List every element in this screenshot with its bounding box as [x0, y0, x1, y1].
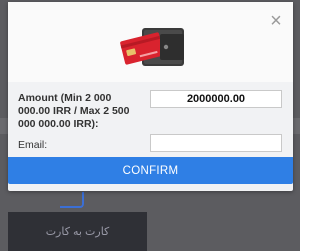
modal-header: × [8, 2, 293, 82]
deposit-modal: × Amount (Min 2 000 000.00 IRR / Max 2 5… [8, 2, 293, 191]
card-to-card-icon [60, 192, 84, 208]
wallet-card-icon [120, 28, 184, 66]
confirm-button[interactable]: CONFIRM [8, 157, 293, 184]
amount-label: Amount (Min 2 000 000.00 IRR / Max 2 500… [18, 92, 130, 130]
email-label: Email: [18, 139, 48, 151]
screen: کارت به کارت × Amount (Min 2 000 000.00 … [0, 0, 300, 251]
amount-input[interactable] [150, 90, 282, 108]
close-icon[interactable]: × [267, 11, 285, 31]
email-input[interactable] [150, 134, 282, 152]
card-to-card-button[interactable]: کارت به کارت [8, 212, 147, 251]
